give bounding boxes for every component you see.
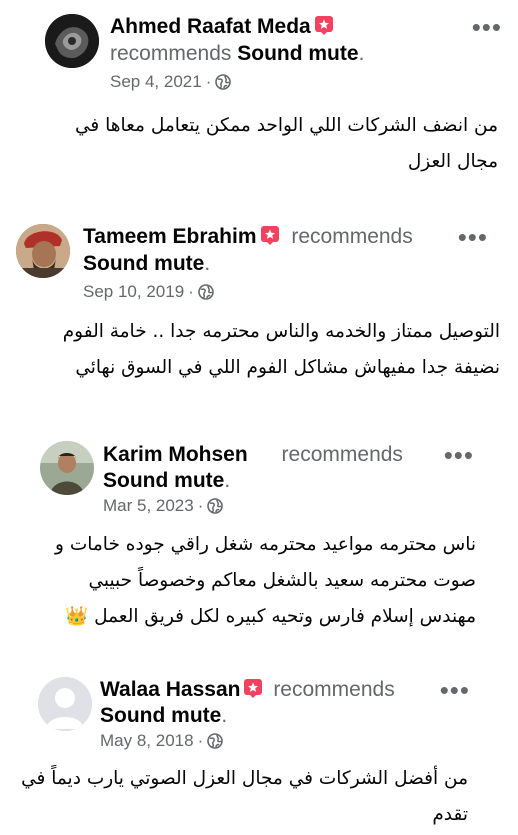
page-name[interactable]: Sound mute xyxy=(103,469,224,492)
review-text: التوصيل ممتاز والخدمه والناس محترمه جدا … xyxy=(10,314,500,386)
review-text-line: من أفضل الشركات في مجال العزل الصوتي يار… xyxy=(21,768,468,789)
recommend-badge-icon xyxy=(244,679,263,698)
separator: · xyxy=(197,731,204,750)
globe-icon xyxy=(207,733,224,749)
more-options-icon[interactable]: ••• xyxy=(458,224,488,250)
period: . xyxy=(358,42,365,65)
review-text-line: التوصيل ممتاز والخدمه والناس محترمه جدا … xyxy=(62,321,500,342)
recommends-text: recommends xyxy=(273,678,395,701)
review-text-line: مجال العزل xyxy=(407,151,498,172)
separator: · xyxy=(188,282,194,301)
reviewer-name[interactable]: Karim Mohsen xyxy=(103,443,248,466)
page-name[interactable]: Sound mute xyxy=(237,42,358,65)
review-text-line: مهندس إسلام فارس وتحيه كبيره لكل فريق ال… xyxy=(65,606,476,627)
reviewer-name[interactable]: Walaa Hassan xyxy=(100,678,240,701)
avatar[interactable] xyxy=(16,224,70,278)
recommendation-line: Sound mute. xyxy=(83,251,210,277)
more-options-icon[interactable]: ••• xyxy=(440,677,470,703)
page-name[interactable]: Sound mute xyxy=(83,252,204,275)
post-date[interactable]: Mar 5, 2023 xyxy=(103,496,194,516)
more-options-icon[interactable]: ••• xyxy=(444,442,474,468)
review-text: من انضف الشركات اللي الواحد ممكن يتعامل … xyxy=(18,108,498,180)
review-text: ناس محترمه مواعيد محترمه شغل راقي جوده خ… xyxy=(16,527,476,635)
recommendation-line: recommends Sound mute. xyxy=(110,41,364,67)
post-date[interactable]: May 8, 2018 xyxy=(100,731,194,751)
review-text-line: ناس محترمه مواعيد محترمه شغل راقي جوده خ… xyxy=(55,534,476,555)
reviewer-name[interactable]: Ahmed Raafat Meda xyxy=(110,15,311,38)
review-text-line: صوت محترمه سعيد بالشغل معاكم وخصوصاً حبي… xyxy=(88,570,476,591)
globe-icon xyxy=(215,74,232,90)
review-card: Ahmed Raafat Meda recommends Sound mute.… xyxy=(0,0,518,190)
post-meta: Mar 5, 2023 · xyxy=(103,496,224,516)
post-date[interactable]: Sep 4, 2021 xyxy=(110,72,202,92)
avatar[interactable] xyxy=(45,14,99,68)
recommends-text: recommends xyxy=(281,443,403,466)
period: . xyxy=(204,252,211,275)
recommend-badge-icon xyxy=(260,226,279,245)
post-meta: Sep 10, 2019 · xyxy=(83,282,214,302)
reviewer-name[interactable]: Tameem Ebrahim xyxy=(83,225,257,248)
globe-icon xyxy=(207,498,224,514)
period: . xyxy=(224,469,231,492)
reviewer-line: Walaa Hassan recommends xyxy=(100,677,395,703)
separator: · xyxy=(197,496,204,515)
globe-icon xyxy=(198,284,214,300)
recommends-text: recommends xyxy=(110,42,232,65)
more-options-icon[interactable]: ••• xyxy=(472,14,502,40)
review-text-line: نضيفة جدا مفيهاش مشاكل الفوم اللي في الس… xyxy=(75,357,500,378)
recommendation-line: Sound mute. xyxy=(100,703,227,729)
recommend-badge-icon xyxy=(314,16,333,35)
review-text-line: من انضف الشركات اللي الواحد ممكن يتعامل … xyxy=(74,115,498,136)
reviewer-line: Karim Mohsen recommends xyxy=(103,442,403,468)
post-meta: Sep 4, 2021 · xyxy=(110,72,232,92)
reviewer-line: Tameem Ebrahim recommends xyxy=(83,224,413,250)
review-text: من أفضل الشركات في مجال العزل الصوتي يار… xyxy=(18,761,468,833)
review-card: Tameem Ebrahim recommends Sound mute. Se… xyxy=(0,210,518,400)
recommends-text: recommends xyxy=(291,225,413,248)
avatar[interactable] xyxy=(40,441,94,495)
reviewer-line: Ahmed Raafat Meda xyxy=(110,14,334,40)
review-text-line: تقدم xyxy=(432,804,468,825)
period: . xyxy=(221,704,228,727)
separator: · xyxy=(205,72,212,91)
post-date[interactable]: Sep 10, 2019 xyxy=(83,282,184,302)
recommendation-line: Sound mute. xyxy=(103,468,230,494)
post-meta: May 8, 2018 · xyxy=(100,731,224,751)
review-card: Karim Mohsen recommends Sound mute. Mar … xyxy=(0,430,518,650)
review-card: Walaa Hassan recommends Sound mute. May … xyxy=(0,665,518,835)
page-name[interactable]: Sound mute xyxy=(100,704,221,727)
avatar[interactable] xyxy=(38,677,92,731)
